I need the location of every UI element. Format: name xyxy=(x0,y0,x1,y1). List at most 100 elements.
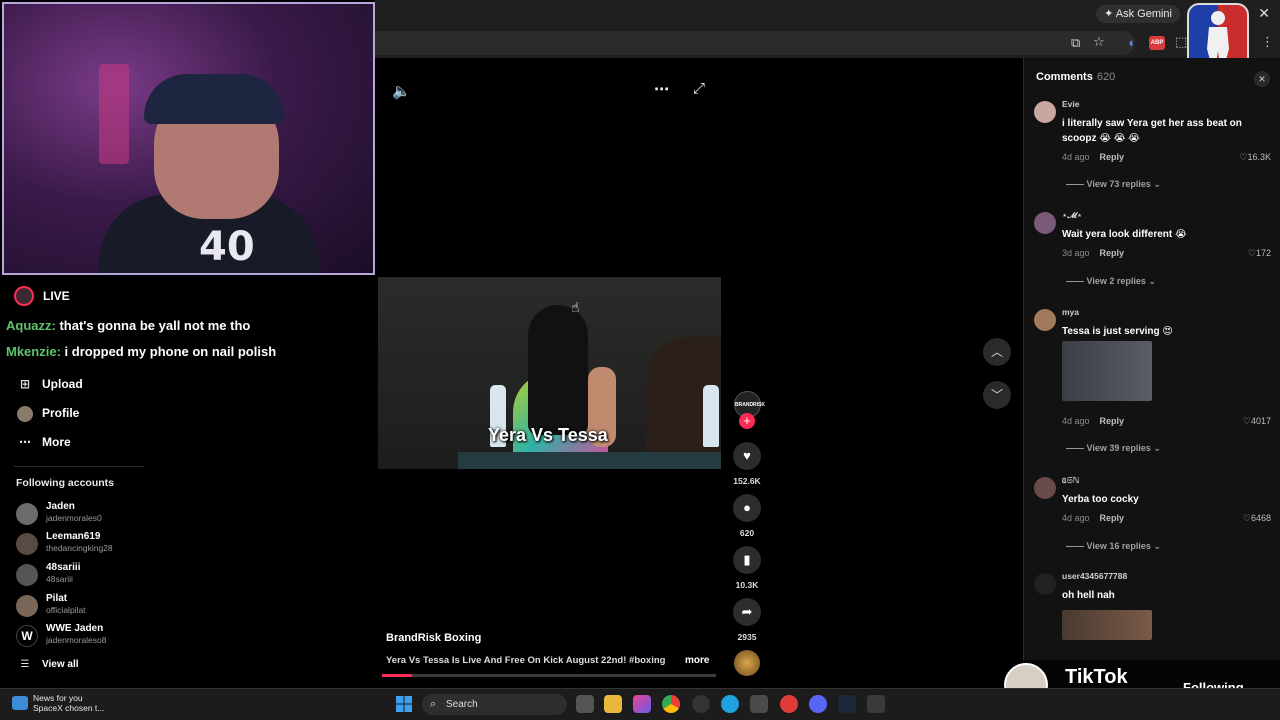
chat-message: Mkenzie: i dropped my phone on nail poli… xyxy=(6,344,276,359)
live-label[interactable]: LIVE xyxy=(43,289,70,303)
comment-item: ⋆𝓜⋆ Wait yera look different 😭 3d ago Rep… xyxy=(1024,210,1280,300)
close-icon[interactable]: ✕ xyxy=(1254,71,1270,87)
following-account[interactable]: Jaden jadenmorales0 xyxy=(16,501,156,529)
video-player[interactable]: Yera Vs Tessa xyxy=(378,277,721,469)
copilot-icon[interactable] xyxy=(633,695,651,713)
address-bar[interactable] xyxy=(375,31,1135,55)
comment-age: 4d ago xyxy=(1062,513,1090,523)
chrome-icon[interactable] xyxy=(662,695,680,713)
view-all-link[interactable]: ☰ View all xyxy=(16,659,79,670)
view-replies-button[interactable]: —— View 16 replies ⌄ xyxy=(1066,541,1161,552)
news-title: News for you xyxy=(33,693,83,703)
view-replies-button[interactable]: —— View 2 replies ⌄ xyxy=(1066,276,1156,287)
comment-like[interactable]: ♡4017 xyxy=(1243,416,1271,427)
save-count: 10.3K xyxy=(735,580,759,590)
comment-image-thumbnail[interactable] xyxy=(1062,610,1152,640)
discord-icon[interactable] xyxy=(809,695,827,713)
comment-like-count: 172 xyxy=(1255,248,1271,258)
share-count: 2935 xyxy=(737,632,757,642)
task-view-icon[interactable] xyxy=(576,695,594,713)
comment-item: ᥲ𝔖ℕ Yerba too cocky 4d ago Reply ♡6468 ——… xyxy=(1024,475,1280,565)
video-progress-fill xyxy=(382,674,413,677)
video-progress-bar[interactable] xyxy=(382,674,716,677)
app-icon[interactable] xyxy=(867,695,885,713)
reply-button[interactable]: Reply xyxy=(1100,248,1125,258)
comment-like[interactable]: ♡6468 xyxy=(1243,513,1271,524)
following-account[interactable]: 48sariii 48sariii xyxy=(16,562,156,590)
share-icon[interactable]: ➦ xyxy=(733,598,761,626)
comment-meta: 4d ago Reply xyxy=(1062,416,1124,426)
chat-username: Mkenzie: xyxy=(6,344,61,359)
cast-icon[interactable]: ⧉ xyxy=(1071,36,1080,50)
bookmark-icon[interactable]: ▮ xyxy=(733,546,761,574)
window-close-icon[interactable]: ✕ xyxy=(1258,5,1270,22)
extensions-puzzle-icon[interactable]: ⬚ xyxy=(1175,35,1187,49)
comment-image-thumbnail[interactable] xyxy=(1062,341,1152,401)
comment-username[interactable]: ⋆𝓜⋆ xyxy=(1062,210,1082,221)
ellipsis-icon: ⋯ xyxy=(19,435,31,449)
comments-title: Comments 620 xyxy=(1036,71,1115,83)
fullscreen-icon[interactable]: ⤢ xyxy=(693,80,705,97)
taskbar-search[interactable]: ⌕ Search xyxy=(422,694,567,715)
media-player-icon[interactable] xyxy=(780,695,798,713)
taskbar-search-label: Search xyxy=(446,699,478,710)
next-video-chevron-down-icon[interactable]: ﹀ xyxy=(983,381,1011,409)
jersey-number: 40 xyxy=(199,224,255,270)
following-account[interactable]: W WWE Jaden jadenmoraleso8 xyxy=(16,623,156,651)
comment-username[interactable]: user4345677788 xyxy=(1062,571,1127,581)
reply-button[interactable]: Reply xyxy=(1100,152,1125,162)
comment-text: Yerba too cocky xyxy=(1062,494,1139,505)
wwe-logo-icon: W xyxy=(16,625,38,647)
view-replies-button[interactable]: —— View 39 replies ⌄ xyxy=(1066,443,1161,454)
steam-icon[interactable] xyxy=(838,695,856,713)
more-options-icon[interactable]: ⋯ xyxy=(654,80,669,98)
comment-like[interactable]: ♡16.3K xyxy=(1239,152,1271,163)
comment-age: 4d ago xyxy=(1062,152,1090,162)
comments-panel: Comments 620 ✕ Evie i literally saw Yera … xyxy=(1023,58,1280,688)
avatar[interactable] xyxy=(1034,477,1056,499)
comment-username[interactable]: ᥲ𝔖ℕ xyxy=(1062,475,1080,486)
extension-icon[interactable]: ◖ xyxy=(1127,36,1135,50)
more-link[interactable]: more xyxy=(685,655,709,666)
reply-button[interactable]: Reply xyxy=(1100,513,1125,523)
like-heart-icon[interactable]: ♥ xyxy=(733,442,761,470)
comment-icon[interactable]: ● xyxy=(733,494,761,522)
browser-menu-icon[interactable]: ⋮ xyxy=(1261,35,1274,49)
avatar[interactable] xyxy=(1034,309,1056,331)
comment-like[interactable]: ♡172 xyxy=(1248,248,1271,259)
reply-button[interactable]: Reply xyxy=(1100,416,1125,426)
nav-profile[interactable]: Profile xyxy=(16,406,79,422)
nav-upload[interactable]: ⊞ Upload xyxy=(16,377,83,391)
comment-meta: 3d ago Reply xyxy=(1062,248,1124,258)
comment-username[interactable]: mya xyxy=(1062,307,1079,317)
follow-plus-icon[interactable]: + xyxy=(739,413,755,429)
comment-username[interactable]: Evie xyxy=(1062,99,1080,109)
windows-start-icon[interactable] xyxy=(396,696,412,712)
edge-icon[interactable] xyxy=(721,695,739,713)
account-name: Leeman619 xyxy=(46,531,101,542)
nav-more[interactable]: ⋯ More xyxy=(16,435,71,449)
view-all-label: View all xyxy=(42,659,79,670)
avatar[interactable] xyxy=(1034,212,1056,234)
store-icon[interactable] xyxy=(750,695,768,713)
bookmark-star-icon[interactable]: ☆ xyxy=(1093,35,1105,49)
comment-item: user4345677788 oh hell nah xyxy=(1024,571,1280,671)
following-account[interactable]: Leeman619 thedancingking28 xyxy=(16,531,156,559)
app-icon[interactable] xyxy=(692,695,710,713)
chat-text: that's gonna be yall not me tho xyxy=(59,318,251,333)
music-disc-icon[interactable] xyxy=(734,650,760,676)
file-explorer-icon[interactable] xyxy=(604,695,622,713)
view-replies-button[interactable]: —— View 73 replies ⌄ xyxy=(1066,179,1161,190)
volume-icon[interactable]: 🔈 xyxy=(392,82,411,100)
nav-more-label: More xyxy=(42,435,71,449)
video-author[interactable]: BrandRisk Boxing xyxy=(386,632,481,644)
avatar[interactable] xyxy=(1034,573,1056,595)
live-icon[interactable] xyxy=(14,286,34,306)
adblock-extension-icon[interactable]: ABP xyxy=(1149,36,1165,50)
following-account[interactable]: Pilat officialpilat xyxy=(16,593,156,621)
video-table xyxy=(458,452,721,469)
account-name: WWE Jaden xyxy=(46,623,104,634)
previous-video-chevron-up-icon[interactable]: ︿ xyxy=(983,338,1011,366)
ask-gemini-button[interactable]: ✦ Ask Gemini xyxy=(1096,5,1180,23)
avatar[interactable] xyxy=(1034,101,1056,123)
